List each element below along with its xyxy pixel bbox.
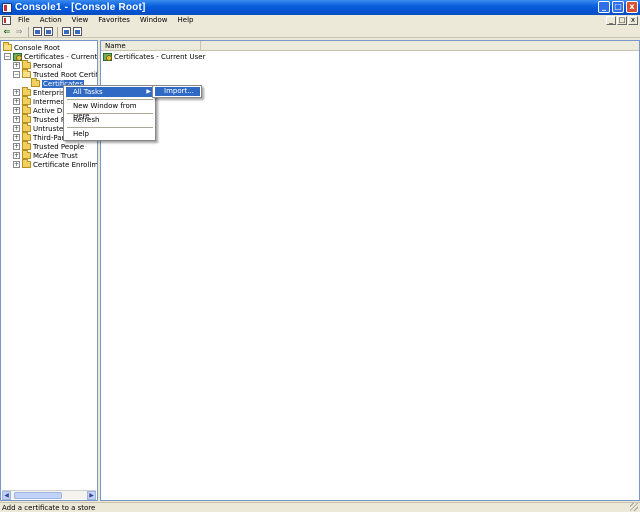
title-bar[interactable]: Console1 - [Console Root] _ □ x: [0, 0, 640, 15]
collapse-icon[interactable]: −: [13, 71, 20, 78]
folder-icon: [22, 123, 31, 132]
folder-icon: [22, 159, 31, 168]
menu-separator: [67, 99, 153, 100]
mdi-controls: _ □ x: [606, 16, 638, 25]
menu-file[interactable]: File: [13, 15, 35, 26]
column-header-filler: [201, 41, 639, 51]
results-pane[interactable]: Name Certificates - Current User: [100, 40, 640, 501]
folder-icon: [22, 105, 31, 114]
mmc-app-icon[interactable]: [2, 2, 12, 13]
help-icon[interactable]: [73, 27, 82, 36]
folder-open-icon: [22, 69, 31, 78]
all-tasks-submenu: Import...: [152, 85, 202, 98]
column-header-name[interactable]: Name: [101, 41, 201, 51]
expand-icon[interactable]: +: [13, 62, 20, 69]
expand-icon[interactable]: +: [13, 107, 20, 114]
expand-icon[interactable]: +: [13, 125, 20, 132]
toolbar: ⇐ ⇒: [0, 26, 640, 38]
tree-node-label: Personal: [33, 61, 63, 70]
tree-node-label: Trusted Root Certificat: [33, 70, 98, 79]
back-arrow-icon[interactable]: ⇐: [2, 27, 12, 37]
maximize-button[interactable]: □: [612, 1, 624, 13]
toolbar-separator: [57, 26, 58, 37]
menu-item-label: All Tasks: [73, 88, 103, 96]
minimize-button[interactable]: _: [598, 1, 610, 13]
expand-icon[interactable]: +: [13, 89, 20, 96]
folder-icon: [22, 132, 31, 141]
show-hide-tree-icon[interactable]: [33, 27, 42, 36]
folder-icon: [31, 78, 40, 87]
menu-separator: [67, 113, 153, 114]
mdi-minimize-button[interactable]: _: [606, 16, 616, 25]
tree-node-label: Certificate Enrollment R: [33, 160, 98, 169]
folder-icon: [22, 60, 31, 69]
mdi-close-button[interactable]: x: [628, 16, 638, 25]
list-item[interactable]: Certificates - Current User: [103, 52, 205, 61]
tree-node-certificates-current-user[interactable]: − Certificates - Current User: [4, 52, 98, 61]
expand-icon[interactable]: +: [13, 161, 20, 168]
folder-icon: [22, 96, 31, 105]
folder-icon: [22, 87, 31, 96]
window-title: Console1 - [Console Root]: [15, 2, 146, 13]
menu-item-import[interactable]: Import...: [155, 87, 200, 96]
document-icon[interactable]: [2, 16, 11, 25]
folder-open-icon: [3, 42, 12, 51]
status-bar: Add a certificate to a store: [0, 502, 640, 512]
tree-node-label: McAfee Trust: [33, 151, 78, 160]
tree-node-label: Console Root: [14, 43, 60, 52]
menu-item-new-window[interactable]: New Window from Here: [66, 101, 154, 120]
scroll-right-icon[interactable]: ▶: [87, 490, 96, 500]
menu-view[interactable]: View: [67, 15, 94, 26]
tree-node-console-root[interactable]: Console Root: [3, 42, 60, 52]
certificate-store-icon: [103, 52, 112, 61]
tree-node-trusted-root[interactable]: − Trusted Root Certificat: [13, 69, 98, 79]
forward-arrow-icon[interactable]: ⇒: [14, 27, 24, 37]
export-list-icon[interactable]: [44, 27, 53, 36]
expand-icon[interactable]: +: [13, 134, 20, 141]
properties-icon[interactable]: [62, 27, 71, 36]
tree-horizontal-scrollbar[interactable]: ◀ ▶: [2, 490, 96, 500]
menu-item-all-tasks[interactable]: All Tasks ▶: [66, 87, 154, 97]
folder-icon: [22, 141, 31, 150]
folder-icon: [22, 150, 31, 159]
tree-node-certificate-enrollment[interactable]: + Certificate Enrollment R: [13, 159, 98, 169]
collapse-icon[interactable]: −: [4, 53, 11, 60]
menu-window[interactable]: Window: [135, 15, 173, 26]
tree-node-label: Trusted People: [33, 142, 85, 151]
certificate-store-icon: [13, 52, 22, 61]
expand-icon[interactable]: +: [13, 98, 20, 105]
menu-item-refresh[interactable]: Refresh: [66, 115, 154, 125]
menu-item-help[interactable]: Help: [66, 129, 154, 139]
menu-help[interactable]: Help: [173, 15, 199, 26]
expand-icon[interactable]: +: [13, 152, 20, 159]
context-menu: All Tasks ▶ New Window from Here Refresh…: [63, 85, 156, 141]
menu-separator: [67, 127, 153, 128]
tree-node-personal[interactable]: + Personal: [13, 60, 63, 70]
menu-bar: File Action View Favorites Window Help _…: [0, 15, 640, 26]
expand-icon[interactable]: +: [13, 116, 20, 123]
resize-grip-icon[interactable]: [630, 503, 638, 511]
menu-action[interactable]: Action: [35, 15, 67, 26]
window-controls: _ □ x: [598, 1, 638, 13]
close-button[interactable]: x: [626, 1, 638, 13]
toolbar-separator: [28, 26, 29, 37]
mdi-restore-button[interactable]: □: [617, 16, 627, 25]
list-item-label: Certificates - Current User: [114, 52, 206, 61]
expand-icon[interactable]: +: [13, 143, 20, 150]
scroll-left-icon[interactable]: ◀: [2, 490, 11, 500]
folder-icon: [22, 114, 31, 123]
scroll-thumb[interactable]: [14, 492, 62, 499]
tree-node-label: Certificates - Current User: [24, 52, 98, 61]
menu-favorites[interactable]: Favorites: [93, 15, 135, 26]
submenu-arrow-icon: ▶: [146, 88, 151, 95]
status-text: Add a certificate to a store: [2, 504, 96, 512]
